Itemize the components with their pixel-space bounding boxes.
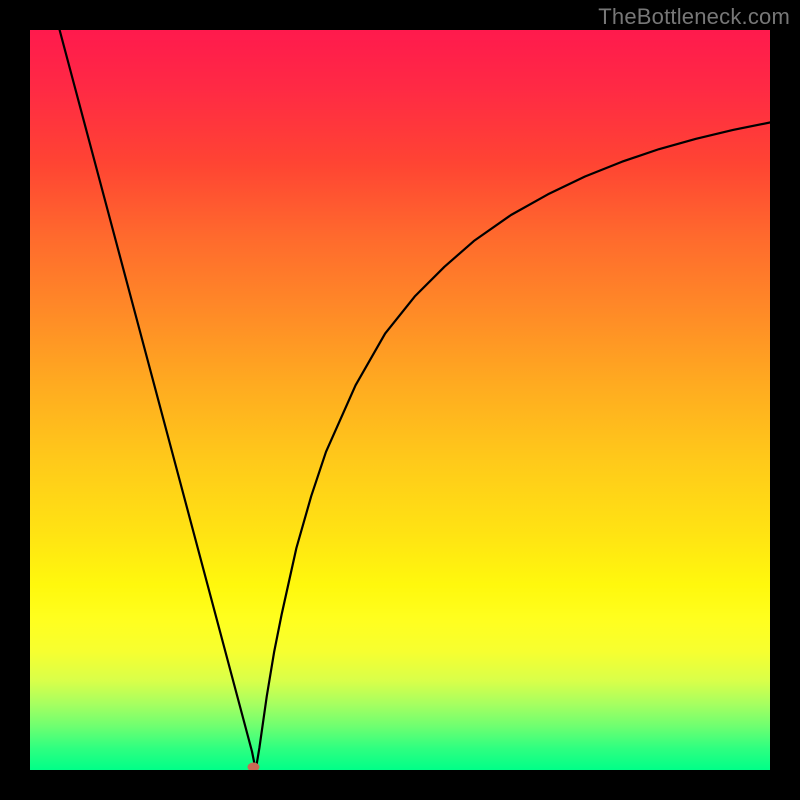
curve-right-branch — [256, 123, 770, 771]
plot-area — [30, 30, 770, 770]
chart-frame: TheBottleneck.com — [0, 0, 800, 800]
curve-left-branch — [60, 30, 256, 770]
watermark-text: TheBottleneck.com — [598, 4, 790, 30]
chart-svg — [30, 30, 770, 770]
